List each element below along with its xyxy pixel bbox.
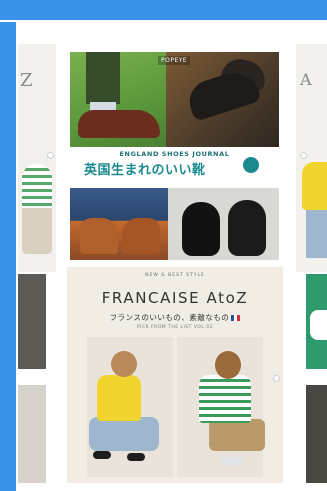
- magazine-logo: POPEYE: [158, 56, 191, 65]
- model-striped-top: [199, 375, 251, 423]
- bottom-frame-strip: [18, 483, 327, 491]
- model-jeans: [89, 417, 159, 451]
- boot-shape: [122, 218, 160, 254]
- model-shoe: [93, 451, 111, 459]
- model-shoe: [127, 453, 145, 461]
- model-shoe: [221, 457, 243, 465]
- tile-title-fragment: Z: [20, 70, 34, 91]
- boot-shape: [80, 218, 118, 254]
- french-flag-icon: [231, 315, 241, 321]
- magazine-tile-england-shoes[interactable]: POPEYE ENGLAND SHOES JOURNAL 英国生まれのいい靴: [70, 52, 279, 260]
- loafer-shape: [228, 200, 266, 256]
- model-head: [215, 351, 241, 379]
- magazine-tile-right-bottom[interactable]: [306, 385, 327, 483]
- photo-green-shoes: [70, 52, 166, 147]
- carousel-dot-icon[interactable]: [47, 152, 54, 159]
- model-jeans: [306, 210, 327, 258]
- magazine-title: FRANCAISE AtoZ: [101, 289, 249, 307]
- magazine-tile-left-bottom[interactable]: [18, 385, 46, 483]
- photo-black-shoes: [166, 52, 279, 147]
- model-skirt: [209, 419, 265, 451]
- carousel-dot-icon[interactable]: [273, 375, 280, 382]
- model-yellow-top: [97, 375, 141, 421]
- tile-title-fragment: A: [300, 70, 312, 89]
- top-frame-strip: [0, 0, 327, 22]
- shoe-shape: [78, 110, 160, 138]
- carousel-dot-icon[interactable]: [300, 152, 307, 159]
- magazine-carousel: Z POPEYE ENGLAND SHOES JOURNAL 英国生まれのいい靴: [18, 22, 327, 483]
- model-head: [111, 351, 137, 377]
- left-frame-rail: [0, 22, 18, 491]
- magazine-subtitle: フランスのいいもの、素敵なもの: [67, 312, 283, 323]
- magazine-tagline: PICK FROM THE LIST VOL.02: [136, 325, 214, 330]
- loafer-shape: [182, 202, 220, 256]
- photo-brown-boots: [70, 188, 168, 260]
- magazine-tile-left-mid[interactable]: [18, 274, 46, 369]
- trouser-shape: [86, 52, 120, 104]
- shoe-shape: [310, 310, 327, 340]
- title-band: ENGLAND SHOES JOURNAL 英国生まれのいい靴: [70, 147, 279, 180]
- model-yellow-top: [302, 162, 327, 210]
- magazine-kicker: NEW & BEST STYLE: [145, 273, 205, 278]
- badge-icon: [243, 157, 259, 173]
- magazine-tile-francaise[interactable]: NEW & BEST STYLE FRANCAISE AtoZ フランスのいいも…: [67, 267, 283, 483]
- magazine-tile-right-mid[interactable]: [306, 274, 327, 369]
- photo-black-loafers: [168, 188, 279, 260]
- striped-shirt: [22, 164, 52, 208]
- subtitle-text: フランスのいいもの、素敵なもの: [109, 313, 230, 322]
- magazine-title: 英国生まれのいい靴: [84, 163, 206, 178]
